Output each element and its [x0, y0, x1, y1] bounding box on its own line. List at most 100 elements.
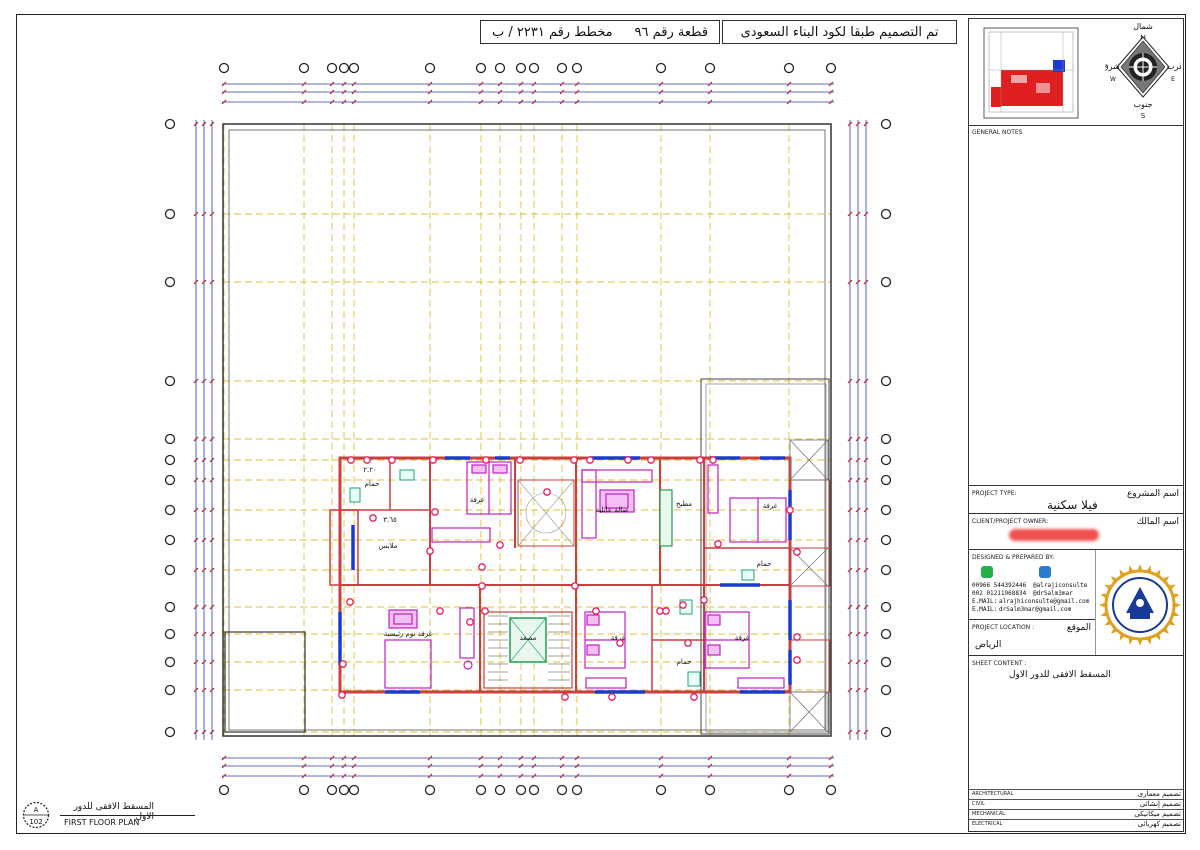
door-tag: [339, 660, 347, 668]
compass-e: E: [1171, 76, 1175, 83]
grid-bubble: [164, 504, 176, 516]
grid-bubble: [528, 784, 540, 796]
door-tag: [436, 607, 444, 615]
compass-east-ar: شرق: [1105, 62, 1120, 71]
key-plan: [983, 27, 1079, 119]
room-labels: حمام ٢.٢٠ غرفة ملابس ٣.٦٥ صالة عائلية مطبخ غرفة…: [363, 466, 777, 666]
client-ar: اسم المالك: [1136, 517, 1179, 527]
location-en: PROJECT LOCATION :: [972, 624, 1035, 631]
door-tag: [431, 508, 439, 516]
grid-bubble: [164, 433, 176, 445]
door-tag: [496, 541, 504, 549]
sheet-id-number: 102: [29, 818, 42, 826]
grid-bubble: [704, 62, 716, 74]
grid-bubble: [494, 62, 506, 74]
email-label-2: E.MAIL:: [972, 606, 998, 613]
grid-bubble: [475, 62, 487, 74]
grid-bubble: [528, 62, 540, 74]
room-label-dressing_dim: ٣.٦٥: [383, 516, 397, 524]
north-arrow-compass: شمال N شرق غرب W E جنوب S: [1105, 22, 1181, 120]
room-label-bedroom2: غرفة: [763, 502, 778, 510]
discipline-row: ELECTRICAL تصميم كهربائى: [969, 819, 1183, 829]
sheet-content-value: المسقط الافقى للدور الاول: [1009, 670, 1111, 680]
room-label-dressing: ملابس: [379, 542, 398, 550]
client-section: CLIENT/PROJECT OWNER: اسم المالك: [969, 513, 1183, 549]
grid-bubble: [164, 656, 176, 668]
room-label-bath1b: ٢.٢٠: [363, 466, 377, 474]
grid-bubble: [164, 726, 176, 738]
door-tag: [426, 547, 434, 555]
door-tag: [608, 693, 616, 701]
phone-2: 002 01211968834: [972, 590, 1027, 597]
compass-w: W: [1110, 76, 1116, 83]
discipline-table: ARCHITECTURAL تصميم معمارى CIVIL تصميم إنشا…: [969, 789, 1183, 831]
client-name-redacted: [1009, 529, 1099, 541]
grid-bubble: [825, 784, 837, 796]
grid-bubble: [424, 62, 436, 74]
social-icon: [1039, 566, 1051, 578]
room-label-bedroom1: غرفة: [470, 496, 485, 504]
stair-core: [483, 611, 573, 689]
grid-bubble: [164, 276, 176, 288]
door-tag: [543, 488, 551, 496]
project-type-en: PROJECT TYPE:: [972, 490, 1017, 497]
building-walls: [329, 456, 831, 694]
grid-bubble: [571, 62, 583, 74]
discipline-row: ARCHITECTURAL تصميم معمارى: [969, 789, 1183, 799]
grid-bubble: [218, 784, 230, 796]
sheet-id-letter: A: [34, 806, 39, 814]
project-type-ar: اسم المشروع: [1126, 489, 1179, 499]
location-value: الرياض: [975, 640, 1002, 650]
door-tag: [369, 514, 377, 522]
title-block: شمال N شرق غرب W E جنوب S GENERAL NOTES …: [968, 18, 1184, 832]
door-tag: [338, 691, 346, 699]
door-tag: [684, 639, 692, 647]
door-tag: [793, 548, 801, 556]
kitchen-counter: [659, 489, 673, 547]
grid-bubble: [783, 62, 795, 74]
grid-bubble: [880, 375, 892, 387]
grid-bubble: [164, 118, 176, 130]
room-label-bath3: حمام: [677, 658, 692, 666]
door-tag: [793, 656, 801, 664]
grid-bubble: [880, 601, 892, 613]
location-section: PROJECT LOCATION : الموقع الرياض: [969, 619, 1095, 655]
sheet-content-section: SHEET CONTENT : المسقط الافقى للدور الاو…: [969, 655, 1183, 801]
phone-1: 00966 544392446: [972, 582, 1027, 589]
grid-bubble: [880, 474, 892, 486]
grid-bubble: [164, 684, 176, 696]
room-label-family: صالة عائلية: [596, 506, 629, 514]
furniture: [384, 461, 787, 689]
general-notes-label: GENERAL NOTES: [972, 129, 1023, 136]
grid-bubble: [424, 784, 436, 796]
door-tag: [478, 563, 486, 571]
whatsapp-icon: [981, 566, 993, 578]
door-tag: [571, 582, 579, 590]
door-tag: [696, 456, 704, 464]
grid-bubble: [164, 208, 176, 220]
discipline-row: CIVIL تصميم إنشائى: [969, 799, 1183, 809]
door-tag: [429, 456, 437, 464]
room-label-bedroom4: غرفة: [735, 634, 750, 642]
door-tag: [346, 598, 354, 606]
email-1: alrajhiconsulte@gmail.com: [999, 598, 1090, 605]
compass-north-ar: شمال: [1133, 22, 1153, 31]
door-tag: [388, 456, 396, 464]
compass-west-ar: غرب: [1167, 62, 1181, 71]
grid-bubble: [655, 62, 667, 74]
grid-bubble: [880, 534, 892, 546]
door-tag: [481, 607, 489, 615]
door-tag: [662, 607, 670, 615]
plan-title-underline: [60, 815, 195, 816]
room-label-master: غرفة نوم رئيسية: [384, 630, 433, 638]
grid-bubble: [164, 375, 176, 387]
bath-fixtures: [349, 469, 755, 687]
grid-bubble: [880, 276, 892, 288]
grid-bubble: [880, 564, 892, 576]
compass-south-ar: جنوب: [1133, 100, 1152, 109]
company-seal-logo: [1095, 549, 1181, 655]
grid-bubble: [880, 684, 892, 696]
grid-bubble: [164, 474, 176, 486]
grid-bubble: [880, 208, 892, 220]
door-tag: [482, 456, 490, 464]
